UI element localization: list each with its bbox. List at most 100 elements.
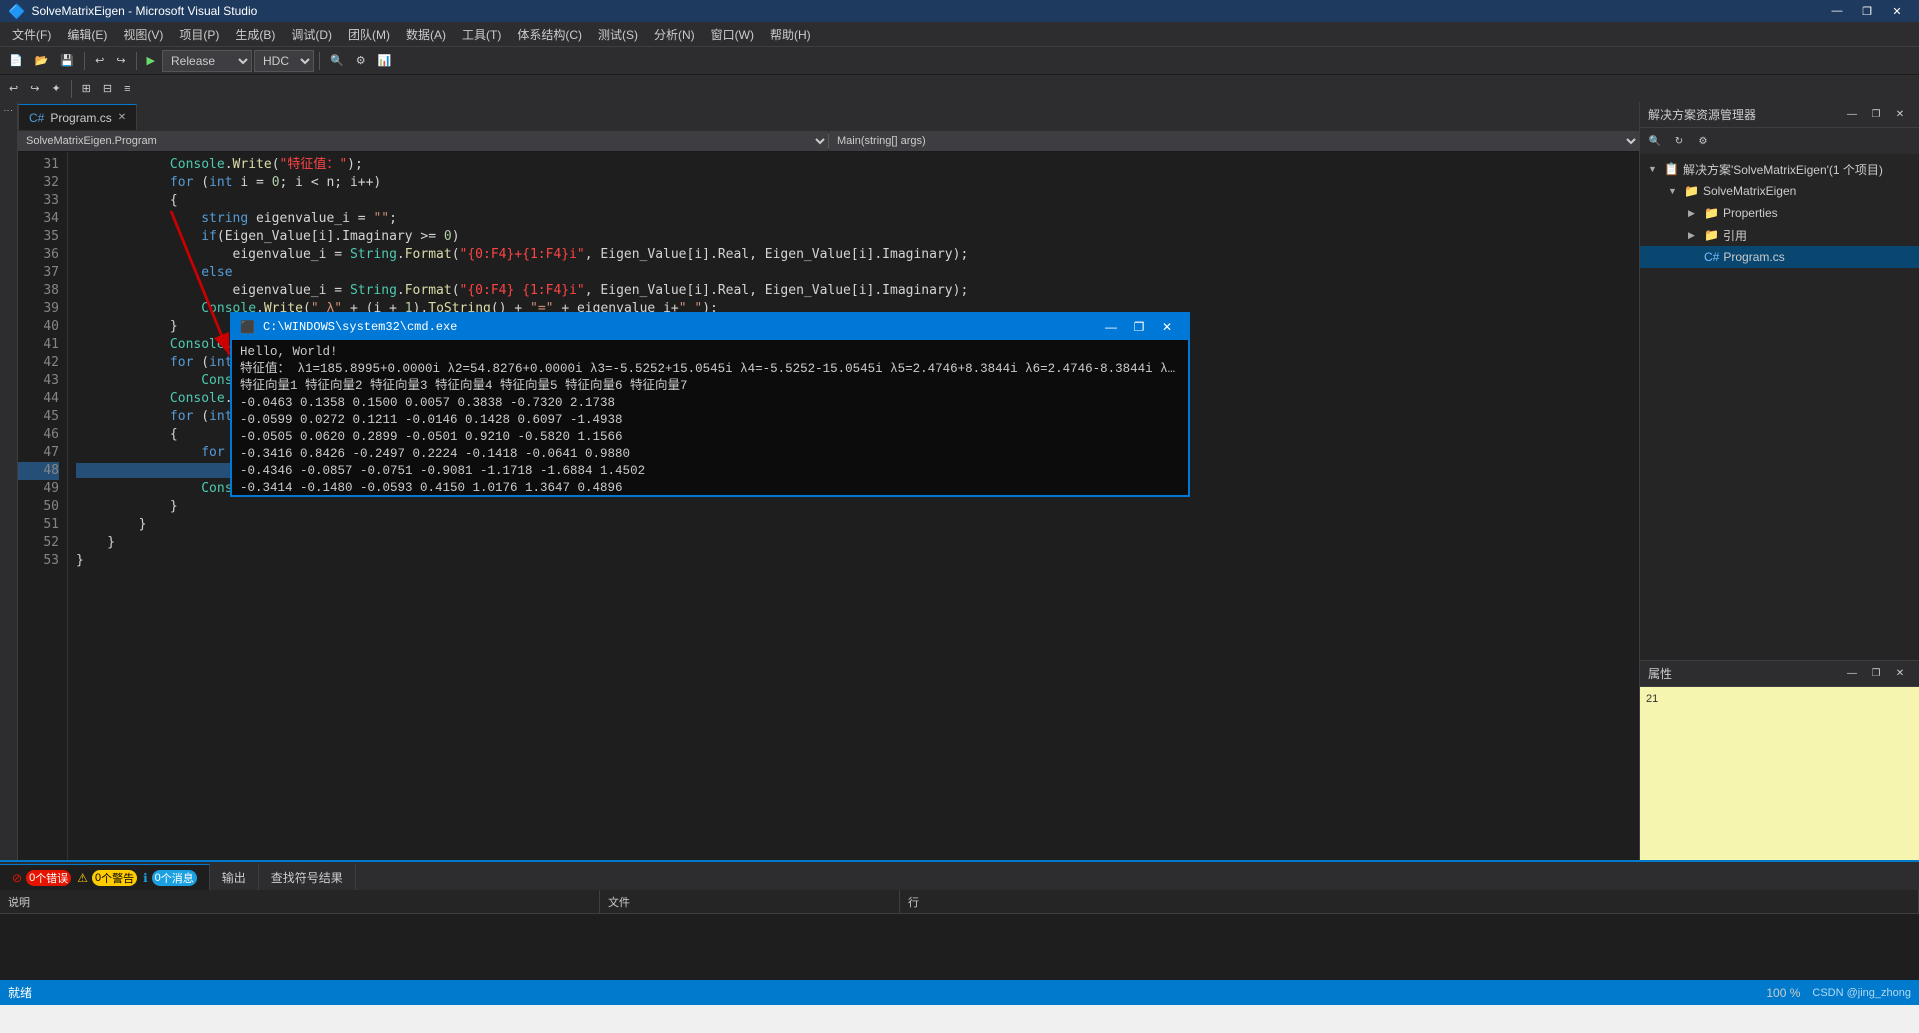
menu-team[interactable]: 团队(M) bbox=[340, 23, 398, 45]
cmd-title-left: ⬛ C:\WINDOWS\system32\cmd.exe bbox=[240, 320, 457, 335]
restore-button[interactable]: ❐ bbox=[1853, 2, 1881, 20]
toolbar2-btn6[interactable]: ≡ bbox=[119, 78, 135, 100]
error-count-badge: 0 个错误 bbox=[26, 870, 71, 886]
tab-error-list[interactable]: ⊘ 0 个错误 ⚠ 0 个警告 ℹ 0 个消息 bbox=[0, 864, 210, 890]
cmd-window: ⬛ C:\WINDOWS\system32\cmd.exe — ❐ ✕ Hell… bbox=[230, 312, 1190, 497]
solution-explorer-toolbar: 🔍 ↻ ⚙ bbox=[1640, 128, 1919, 154]
se-minimize-btn[interactable]: — bbox=[1841, 105, 1863, 125]
menu-help[interactable]: 帮助(H) bbox=[762, 23, 819, 45]
editor-tab-program[interactable]: C# Program.cs ✕ bbox=[18, 104, 137, 130]
cmd-maximize-btn[interactable]: ❐ bbox=[1126, 317, 1152, 337]
cmd-controls: — ❐ ✕ bbox=[1098, 317, 1180, 337]
se-restore-btn[interactable]: ❐ bbox=[1865, 105, 1887, 125]
warning-count: 0 bbox=[95, 872, 101, 884]
info-count: 0 bbox=[155, 872, 161, 884]
menu-data[interactable]: 数据(A) bbox=[398, 23, 454, 45]
menu-tools[interactable]: 工具(T) bbox=[454, 23, 509, 45]
tree-solution[interactable]: ▼ 📋 解决方案'SolveMatrixEigen'(1 个项目) bbox=[1640, 158, 1919, 180]
menu-project[interactable]: 项目(P) bbox=[171, 23, 227, 45]
class-dropdown[interactable]: SolveMatrixEigen.Program bbox=[18, 131, 828, 151]
close-button[interactable]: ✕ bbox=[1883, 2, 1911, 20]
cmd-line-9: -0.3414 -0.1480 -0.0593 0.4150 1.0176 1.… bbox=[240, 480, 1180, 495]
se-tool-search[interactable]: 🔍 bbox=[1644, 131, 1666, 151]
menu-file[interactable]: 文件(F) bbox=[4, 23, 59, 45]
chevron-right-icon: ▶ bbox=[1688, 208, 1700, 219]
toolbar-undo[interactable]: ↩ bbox=[90, 50, 109, 72]
prop-minimize-btn[interactable]: — bbox=[1841, 664, 1863, 684]
col-description: 说明 bbox=[0, 890, 600, 913]
menu-test[interactable]: 测试(S) bbox=[590, 23, 646, 45]
toolbar-main: 📄 📂 💾 ↩ ↪ ▶ Release Debug HDC x86 x64 🔍 … bbox=[0, 46, 1919, 74]
menu-edit[interactable]: 编辑(E) bbox=[59, 23, 115, 45]
tree-programcs[interactable]: C# Program.cs bbox=[1640, 246, 1919, 268]
build-config-select[interactable]: Release Debug bbox=[162, 50, 252, 72]
toolbar-open[interactable]: 📂 bbox=[30, 50, 54, 72]
toolbar-secondary: ↩ ↪ ✦ ⊞ ⊟ ≡ bbox=[0, 74, 1919, 102]
toolbar-save[interactable]: 💾 bbox=[55, 50, 79, 72]
platform-select[interactable]: HDC x86 x64 bbox=[254, 50, 314, 72]
toolbar-btn-c[interactable]: 📊 bbox=[373, 50, 397, 72]
prop-close-btn[interactable]: ✕ bbox=[1889, 664, 1911, 684]
cmd-minimize-btn[interactable]: — bbox=[1098, 317, 1124, 337]
toolbar-start[interactable]: ▶ bbox=[142, 50, 160, 72]
solution-icon: 📋 bbox=[1664, 162, 1679, 176]
menu-view[interactable]: 视图(V) bbox=[115, 23, 171, 45]
toolbar2-sep1 bbox=[71, 80, 72, 98]
prop-restore-btn[interactable]: ❐ bbox=[1865, 664, 1887, 684]
status-right: 100 % CSDN @jing_zhong bbox=[1766, 986, 1911, 1000]
tab-bar: C# Program.cs ✕ bbox=[18, 102, 1639, 130]
programcs-label: Program.cs bbox=[1723, 250, 1784, 264]
solution-label: 解决方案'SolveMatrixEigen'(1 个项目) bbox=[1683, 161, 1883, 178]
toolbar-redo[interactable]: ↪ bbox=[111, 50, 130, 72]
chevron-down-icon: ▼ bbox=[1648, 164, 1660, 174]
error-list-header: 说明 文件 行 bbox=[0, 890, 1919, 914]
zoom-indicator: 100 % bbox=[1766, 986, 1800, 1000]
menu-window[interactable]: 窗口(W) bbox=[703, 23, 762, 45]
menu-arch[interactable]: 体系结构(C) bbox=[509, 23, 590, 45]
chevron-down-icon2: ▼ bbox=[1668, 186, 1680, 196]
code-content[interactable]: Console.Write("特征值："); for (int i = 0; i… bbox=[68, 152, 1639, 860]
tree-references[interactable]: ▶ 📁 引用 bbox=[1640, 224, 1919, 246]
col-file: 文件 bbox=[600, 890, 900, 913]
toolbar-btn-a[interactable]: 🔍 bbox=[325, 50, 349, 72]
tree-project[interactable]: ▼ 📁 SolveMatrixEigen bbox=[1640, 180, 1919, 202]
tab-find-symbols[interactable]: 查找符号结果 bbox=[259, 864, 356, 890]
se-close-btn[interactable]: ✕ bbox=[1889, 105, 1911, 125]
se-tool-refresh[interactable]: ↻ bbox=[1668, 131, 1690, 151]
right-panel-bottom: 属性 — ❐ ✕ 21 bbox=[1640, 660, 1919, 860]
project-folder-icon: 📁 bbox=[1684, 184, 1699, 198]
warning-count-badge: 0 个警告 bbox=[92, 870, 137, 886]
tab-output[interactable]: 输出 bbox=[210, 864, 259, 890]
toolbar2-btn2[interactable]: ↪ bbox=[25, 78, 44, 100]
right-panel-bottom-controls: — ❐ ✕ bbox=[1841, 664, 1911, 684]
se-tool-props[interactable]: ⚙ bbox=[1692, 131, 1714, 151]
references-label: 引用 bbox=[1723, 227, 1747, 244]
toolbar2-btn1[interactable]: ↩ bbox=[4, 78, 23, 100]
left-sidebar-label: ⋮ bbox=[4, 106, 14, 115]
cs-file-icon: C# bbox=[1704, 250, 1719, 264]
cmd-close-btn[interactable]: ✕ bbox=[1154, 317, 1180, 337]
toolbar-new[interactable]: 📄 bbox=[4, 50, 28, 72]
solution-tree: ▼ 📋 解决方案'SolveMatrixEigen'(1 个项目) ▼ 📁 So… bbox=[1640, 154, 1919, 660]
toolbar2-btn3[interactable]: ✦ bbox=[46, 78, 65, 100]
line-numbers: 3132333435 3637383940 4142434445 4647484… bbox=[18, 152, 68, 860]
toolbar-btn-b[interactable]: ⚙ bbox=[351, 50, 371, 72]
tab-close-button[interactable]: ✕ bbox=[118, 112, 126, 123]
cmd-line-3: 特征向量1 特征向量2 特征向量3 特征向量4 特征向量5 特征向量6 特征向量… bbox=[240, 378, 1180, 395]
menu-build[interactable]: 生成(B) bbox=[227, 23, 283, 45]
app-icon: 🔷 bbox=[8, 3, 25, 20]
toolbar2-btn4[interactable]: ⊞ bbox=[77, 78, 96, 100]
cmd-line-6: -0.0505 0.0620 0.2899 -0.0501 0.9210 -0.… bbox=[240, 429, 1180, 446]
right-panel-bottom-title: 属性 bbox=[1648, 665, 1672, 682]
tree-properties[interactable]: ▶ 📁 Properties bbox=[1640, 202, 1919, 224]
tab-label: Program.cs bbox=[50, 111, 111, 125]
cmd-line-5: -0.0599 0.0272 0.1211 -0.0146 0.1428 0.6… bbox=[240, 412, 1180, 429]
menu-analyze[interactable]: 分析(N) bbox=[646, 23, 703, 45]
code-editor[interactable]: 3132333435 3637383940 4142434445 4647484… bbox=[18, 152, 1639, 860]
toolbar2-btn5[interactable]: ⊟ bbox=[98, 78, 117, 100]
menu-debug[interactable]: 调试(D) bbox=[283, 23, 340, 45]
bottom-panel: ⊘ 0 个错误 ⚠ 0 个警告 ℹ 0 个消息 输出 查找符号结果 说明 文件 bbox=[0, 860, 1919, 980]
minimize-button[interactable]: — bbox=[1823, 2, 1851, 20]
method-dropdown[interactable]: Main(string[] args) bbox=[829, 131, 1639, 151]
info-count-badge: 0 个消息 bbox=[152, 870, 197, 886]
